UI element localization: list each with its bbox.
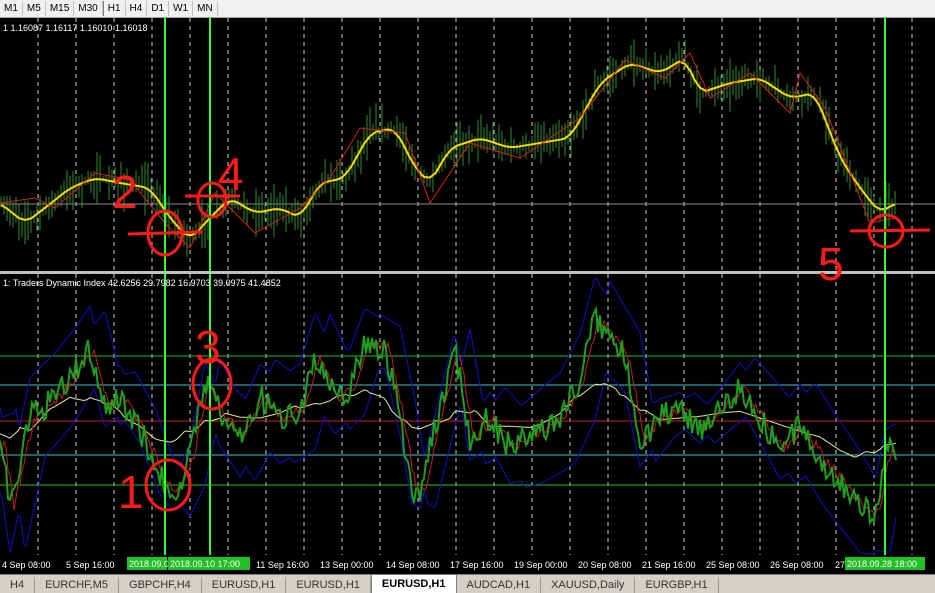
timeframe-button-m30[interactable]: M30: [74, 1, 103, 16]
time-axis-highlight-label: 2018.09.0: [129, 559, 169, 569]
annotation-stroke: [127, 230, 203, 236]
chart-tab[interactable]: EURUSD,H1: [286, 577, 371, 593]
annotation-label: 4: [218, 148, 244, 200]
chart-tab[interactable]: AUDCAD,H1: [457, 577, 542, 593]
annotation-label: 1: [118, 466, 144, 518]
timeframe-button-w1[interactable]: W1: [169, 1, 194, 16]
time-axis-label: 26 Sep 08:00: [770, 560, 824, 570]
chart-tab-bar: H4 EURCHF,M5 GBPCHF,H4 EURUSD,H1 EURUSD,H1 EU…: [0, 574, 935, 593]
time-axis-highlight-label: 2018.09.10 17:00: [170, 559, 240, 569]
timeframe-toolbar: M1 M5 M15 M30 H1 H4 D1 W1 MN: [0, 0, 935, 18]
time-axis-label: 11 Sep 16:00: [256, 560, 309, 570]
time-axis: 4 Sep 08:00 5 Sep 16:00 11 Sep 16:00 13 Sep…: [0, 555, 935, 574]
time-axis-highlight-label: 2018.09.28 18:00: [847, 559, 917, 569]
chart-tab[interactable]: EURCHF,M5: [35, 577, 120, 593]
timeframe-button-d1[interactable]: D1: [147, 1, 170, 16]
chart-tab[interactable]: EURGBP,H1: [635, 577, 719, 593]
time-axis-label: 5 Sep 16:00: [66, 560, 115, 570]
pane-separator[interactable]: [0, 271, 935, 274]
time-axis-label: 27: [835, 560, 845, 570]
chart-tab[interactable]: H4: [0, 577, 36, 593]
chart-tab[interactable]: EURUSD,H1: [202, 577, 287, 593]
price-pane-header: 1 1.16087 1.16117 1.16010 1.16018: [3, 23, 147, 33]
timeframe-button-m15[interactable]: M15: [46, 1, 75, 16]
time-axis-label: 14 Sep 08:00: [386, 560, 440, 570]
chart-canvas[interactable]: 1 1.16087 1.16117 1.16010 1.16018 1: Tra…: [0, 18, 935, 555]
annotation-stroke: [849, 228, 931, 233]
time-axis-label: 19 Sep 00:00: [514, 560, 568, 570]
annotation-label: 2: [112, 166, 138, 218]
chart-area[interactable]: 1 1.16087 1.16117 1.16010 1.16018 1: Tra…: [0, 18, 935, 555]
annotation-label: 5: [818, 238, 844, 290]
timeframe-button-h4[interactable]: H4: [126, 1, 148, 16]
time-axis-label: 25 Sep 08:00: [706, 560, 760, 570]
timeframe-button-m1[interactable]: M1: [0, 1, 23, 16]
time-axis-label: 4 Sep 08:00: [2, 560, 51, 570]
timeframe-button-m5[interactable]: M5: [23, 1, 46, 16]
timeframe-button-h1[interactable]: H1: [102, 1, 126, 16]
time-axis-label: 21 Sep 16:00: [642, 560, 696, 570]
time-axis-label: 17 Sep 16:00: [450, 560, 504, 570]
chart-tab[interactable]: EURUSD,H1: [370, 575, 457, 593]
chart-tab[interactable]: GBPCHF,H4: [119, 577, 202, 593]
time-axis-label: 20 Sep 08:00: [578, 560, 632, 570]
volatility-band-lower: [0, 367, 897, 555]
indicator-pane-header: 1: Traders Dynamic Index 42.6256 29.7982…: [3, 278, 281, 288]
chart-tab[interactable]: XAUUSD,Daily: [541, 577, 636, 593]
time-axis-label: 13 Sep 00:00: [320, 560, 374, 570]
timeframe-button-mn[interactable]: MN: [193, 1, 218, 16]
